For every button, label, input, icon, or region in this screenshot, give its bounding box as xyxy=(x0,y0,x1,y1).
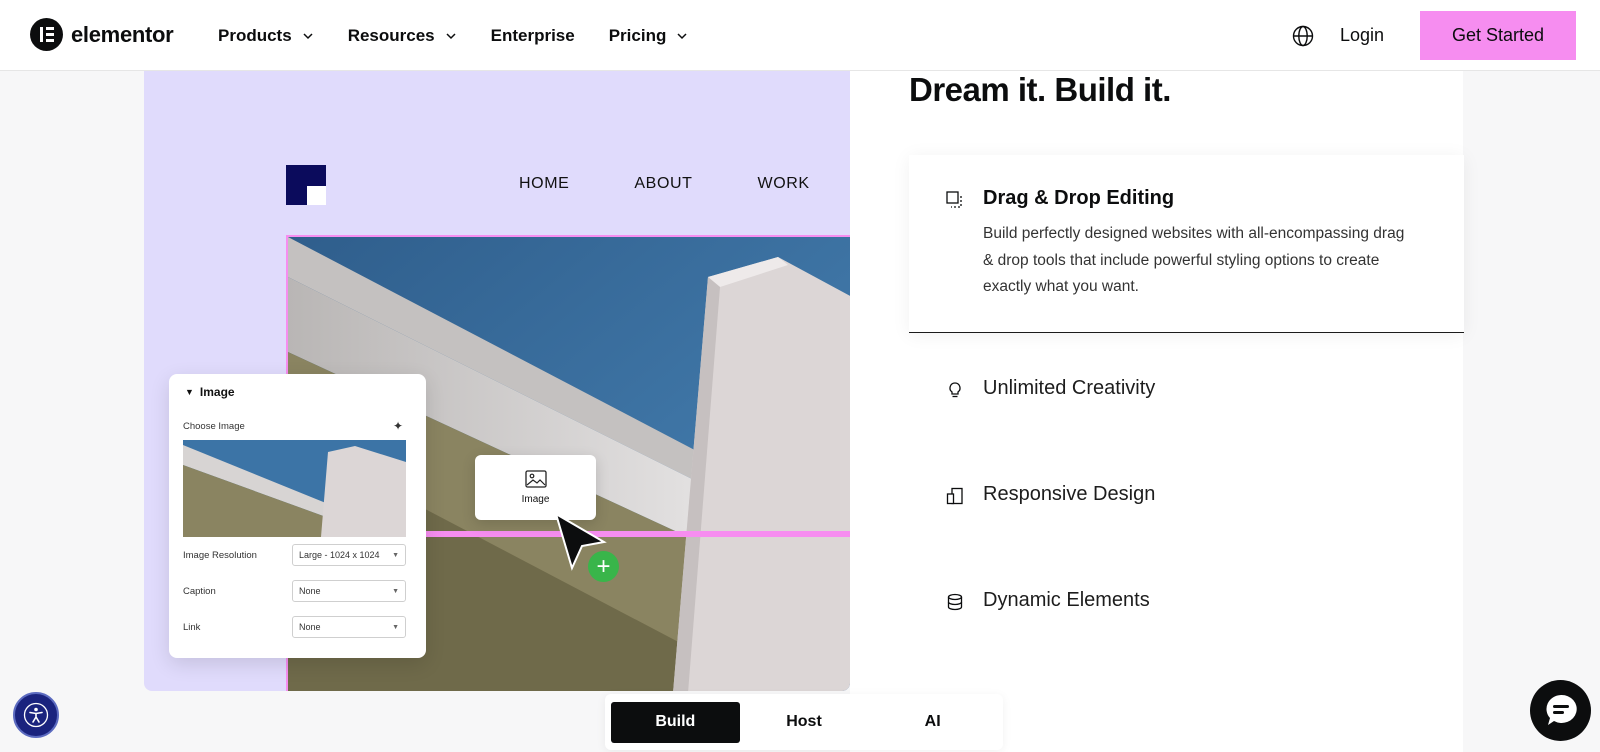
caret-down-icon: ▼ xyxy=(185,387,194,397)
image-widget-draggable[interactable]: Image xyxy=(475,455,596,520)
link-row: Link None ▼ xyxy=(183,616,406,638)
select-value: Large - 1024 x 1024 xyxy=(299,550,380,560)
image-thumbnail[interactable] xyxy=(183,440,406,537)
add-plus-icon: + xyxy=(588,551,619,582)
lightbulb-icon xyxy=(949,382,961,398)
nav-label: Enterprise xyxy=(490,25,575,45)
section-headline: Dream it. Build it. xyxy=(909,71,1171,108)
panel-title: Image xyxy=(199,385,235,399)
dropdown-arrow-icon: ▼ xyxy=(392,623,399,631)
image-icon xyxy=(524,470,547,488)
caption-select[interactable]: None ▼ xyxy=(292,580,406,602)
chat-bubble-icon xyxy=(1545,694,1577,725)
dropdown-arrow-icon: ▼ xyxy=(392,551,399,559)
elementor-logo[interactable]: elementor xyxy=(30,18,174,51)
sample-site-nav: HOME ABOUT WORK xyxy=(519,175,810,193)
brand-name: elementor xyxy=(71,21,174,47)
drop-indicator-line xyxy=(422,531,850,537)
devices-icon xyxy=(946,487,963,505)
feature-responsive-design[interactable]: Responsive Design xyxy=(909,465,1464,525)
sample-nav-work: WORK xyxy=(757,175,810,192)
tab-host[interactable]: Host xyxy=(740,702,869,743)
chevron-down-icon xyxy=(677,32,687,39)
feature-description: Build perfectly designed websites with a… xyxy=(983,225,1405,295)
feature-unlimited-creativity[interactable]: Unlimited Creativity xyxy=(909,359,1464,419)
accessibility-button[interactable] xyxy=(13,692,59,738)
image-settings-panel: ▼ Image Choose Image ✦ Image Resolution … xyxy=(169,374,426,658)
link-select[interactable]: None ▼ xyxy=(292,616,406,638)
select-value: None xyxy=(299,586,321,596)
feature-title: Dynamic Elements xyxy=(983,589,1150,611)
feature-dynamic-elements[interactable]: Dynamic Elements xyxy=(909,571,1464,631)
nav-pricing[interactable]: Pricing xyxy=(609,26,689,46)
site-header: elementor Products Resources Enterprise … xyxy=(0,0,1600,71)
get-started-button[interactable]: Get Started xyxy=(1420,11,1576,60)
chevron-down-icon xyxy=(446,32,456,39)
tab-ai[interactable]: AI xyxy=(868,702,997,743)
main-nav: Products Resources Enterprise Pricing xyxy=(218,0,688,71)
field-label: Image Resolution xyxy=(183,549,257,561)
dropdown-arrow-icon: ▼ xyxy=(392,587,399,595)
feature-title: Responsive Design xyxy=(983,483,1156,505)
chevron-down-icon xyxy=(303,32,313,39)
sample-site-logo xyxy=(286,165,326,205)
ai-sparkle-icon[interactable]: ✦ xyxy=(393,419,403,433)
sample-nav-home: HOME xyxy=(519,175,570,192)
nav-products[interactable]: Products xyxy=(218,26,314,46)
elementor-logo-icon xyxy=(30,18,63,51)
choose-image-label: Choose Image xyxy=(183,421,245,432)
nav-enterprise[interactable]: Enterprise xyxy=(491,26,575,46)
globe-icon[interactable] xyxy=(1292,25,1314,47)
panel-header[interactable]: ▼ Image xyxy=(185,385,235,399)
database-icon xyxy=(947,593,963,611)
nav-label: Pricing xyxy=(608,25,667,45)
select-value: None xyxy=(299,622,321,632)
feature-title: Drag & Drop Editing xyxy=(983,187,1175,209)
features-section: Dream it. Build it. Drag & Drop Editing … xyxy=(850,71,1464,752)
login-link[interactable]: Login xyxy=(1340,25,1384,46)
nav-label: Resources xyxy=(347,25,435,45)
field-label: Link xyxy=(183,621,201,633)
widget-label: Image xyxy=(521,494,550,505)
feature-drag-drop-editing[interactable]: Drag & Drop Editing Build perfectly desi… xyxy=(909,155,1464,333)
image-resolution-select[interactable]: Large - 1024 x 1024 ▼ xyxy=(292,544,406,566)
nav-resources[interactable]: Resources xyxy=(348,26,457,46)
mode-tabs: Build Host AI xyxy=(605,694,1003,750)
drag-drop-icon xyxy=(946,191,962,208)
header-actions: Login Get Started xyxy=(1292,0,1576,71)
chat-button[interactable] xyxy=(1530,680,1591,741)
accessibility-icon xyxy=(23,702,49,728)
image-resolution-row: Image Resolution Large - 1024 x 1024 ▼ xyxy=(183,544,406,566)
feature-title: Unlimited Creativity xyxy=(983,377,1156,399)
field-label: Caption xyxy=(183,585,216,597)
caption-row: Caption None ▼ xyxy=(183,580,406,602)
nav-label: Products xyxy=(218,25,292,45)
tab-build[interactable]: Build xyxy=(611,701,740,743)
sample-nav-about: ABOUT xyxy=(634,175,693,192)
